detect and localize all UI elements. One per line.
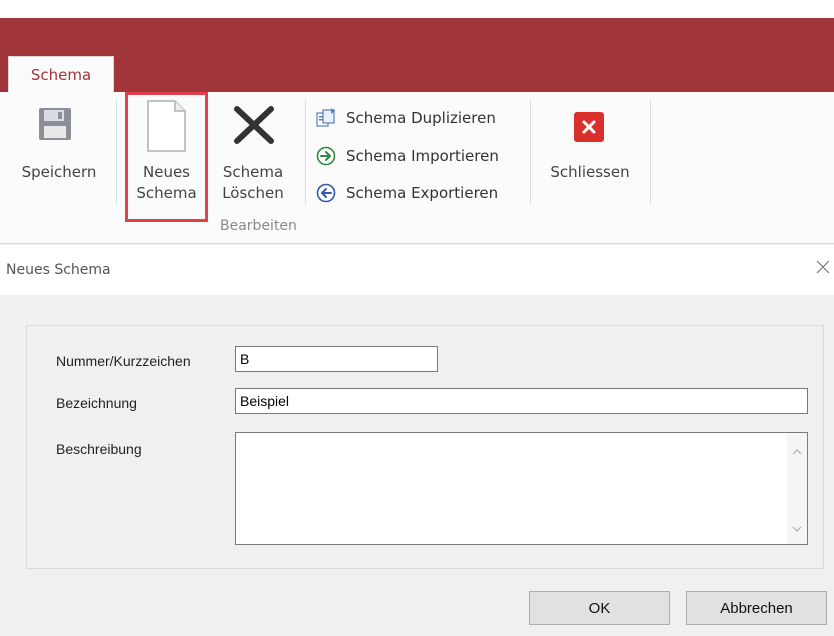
close-button-label: Schliessen [550, 163, 630, 181]
scroll-down-icon[interactable] [792, 524, 802, 534]
save-button-label: Speichern [21, 163, 97, 181]
import-arrow-icon [316, 146, 336, 166]
number-input[interactable] [235, 346, 438, 372]
import-schema-button[interactable]: Schema Importieren [316, 144, 499, 168]
highlight-frame [125, 92, 208, 222]
ribbon-header-band [0, 18, 834, 92]
save-icon [39, 108, 71, 140]
duplicate-icon [316, 108, 335, 127]
duplicate-schema-button[interactable]: Schema Duplizieren [316, 106, 496, 130]
ribbon-separator [530, 100, 531, 204]
name-label: Bezeichnung [56, 395, 137, 411]
number-label: Nummer/Kurzzeichen [56, 353, 191, 369]
delete-schema-button[interactable]: Schema Löschen [212, 162, 294, 204]
delete-schema-label-2: Löschen [222, 184, 284, 202]
export-arrow-icon [316, 183, 336, 203]
ribbon-separator [116, 100, 117, 204]
delete-x-icon [234, 106, 274, 144]
duplicate-schema-label: Schema Duplizieren [346, 109, 496, 127]
close-icon [574, 112, 604, 142]
group-label-edit: Bearbeiten [220, 218, 297, 234]
dialog-header [0, 245, 834, 295]
name-input[interactable] [235, 388, 808, 414]
delete-schema-label-1: Schema [222, 163, 284, 181]
scroll-up-icon[interactable] [792, 447, 802, 457]
description-textarea[interactable] [235, 432, 808, 545]
export-schema-label: Schema Exportieren [346, 184, 499, 202]
ribbon-separator [650, 100, 651, 204]
export-schema-button[interactable]: Schema Exportieren [316, 181, 498, 205]
cancel-button[interactable]: Abbrechen [686, 591, 827, 625]
import-schema-label: Schema Importieren [346, 147, 499, 165]
description-label: Beschreibung [56, 441, 142, 457]
ok-button[interactable]: OK [529, 591, 670, 625]
description-scrollbar[interactable] [787, 433, 807, 544]
tab-schema[interactable]: Schema [8, 56, 114, 92]
dialog-title: Neues Schema [6, 262, 111, 278]
window-top-strip [0, 0, 834, 18]
ribbon-separator [305, 100, 306, 204]
dialog-close-icon[interactable] [814, 258, 832, 276]
save-button[interactable]: Speichern [14, 162, 104, 183]
close-button[interactable]: Schliessen [540, 162, 640, 183]
